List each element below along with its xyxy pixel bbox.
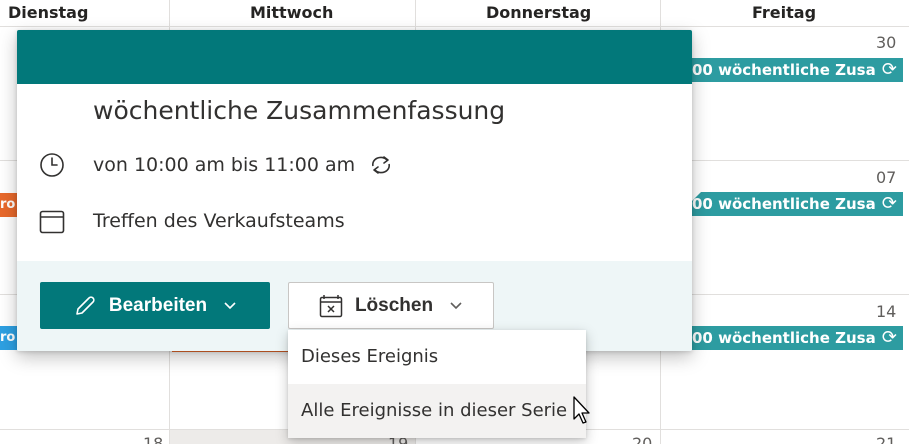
day-header-tuesday: Dienstag (8, 3, 89, 22)
date-number[interactable]: 07 (876, 168, 896, 187)
popup-header (17, 30, 692, 84)
clock-icon (39, 152, 65, 178)
edit-button-label: Bearbeiten (108, 294, 208, 316)
event-calendar-row: Treffen des Verkaufsteams (39, 208, 345, 234)
date-number[interactable]: 18 (143, 434, 163, 444)
menu-item-this-event[interactable]: Dieses Ereignis (288, 330, 586, 384)
grid-line (0, 26, 909, 27)
calendar-delete-icon (319, 294, 343, 318)
recurring-icon: ⟳ (881, 193, 897, 214)
event-time-row: von 10:00 am bis 11:00 am (39, 152, 393, 178)
delete-options-menu: Dieses Ereignis Alle Ereignisse in diese… (288, 330, 586, 438)
event-calendar-name: Treffen des Verkaufsteams (93, 210, 345, 232)
event-chip[interactable]: ro (0, 193, 17, 217)
event-bar[interactable]: 00 wöchentliche Zusa ⟳ (690, 326, 903, 350)
date-number[interactable]: 20 (632, 434, 652, 444)
event-bar-label: 00 wöchentliche Zusa (692, 195, 876, 213)
event-popup: wöchentliche Zusammenfassung von 10:00 a… (17, 30, 692, 351)
event-chip-label: ro (0, 330, 16, 345)
event-bar[interactable]: 00 wöchentliche Zusa ⟳ (690, 58, 903, 82)
event-title: wöchentliche Zusammenfassung (93, 96, 506, 125)
date-number[interactable]: 21 (876, 434, 896, 444)
date-number[interactable]: 30 (876, 33, 896, 52)
mouse-cursor (572, 395, 592, 429)
recurring-icon (369, 154, 393, 176)
chevron-down-icon (223, 298, 237, 314)
chevron-down-icon (449, 298, 463, 314)
delete-button-label: Löschen (354, 294, 434, 316)
event-time: von 10:00 am bis 11:00 am (93, 154, 356, 176)
pencil-icon (73, 294, 97, 318)
event-chip-label: ro (0, 197, 16, 212)
event-bar-label: 00 wöchentliche Zusa (692, 61, 876, 79)
event-chip[interactable]: ro (0, 326, 17, 350)
event-bar-label: 00 wöchentliche Zusa (692, 329, 876, 347)
day-header-friday: Freitag (752, 3, 817, 22)
calendar-icon (39, 208, 65, 234)
menu-item-all-events-in-series[interactable]: Alle Ereignisse in dieser Serie (288, 384, 586, 438)
edit-button[interactable]: Bearbeiten (40, 282, 270, 329)
recurring-icon: ⟳ (881, 327, 897, 348)
day-header-wednesday: Mittwoch (250, 3, 334, 22)
recurring-icon: ⟳ (881, 59, 897, 80)
delete-button[interactable]: Löschen (288, 282, 494, 329)
date-number[interactable]: 14 (876, 302, 896, 321)
day-header-thursday: Donnerstag (486, 3, 592, 22)
event-bar[interactable]: 00 wöchentliche Zusa ⟳ (690, 192, 903, 216)
